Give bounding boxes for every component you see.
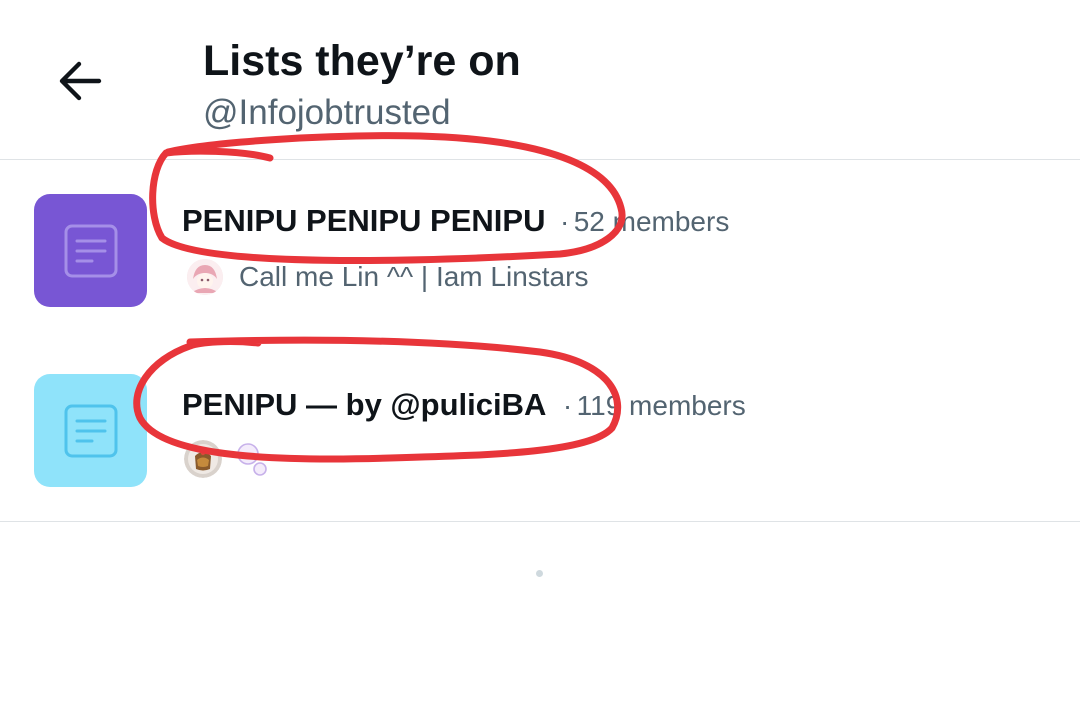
arrow-left-icon bbox=[59, 61, 102, 101]
separator-dot: · bbox=[559, 206, 570, 237]
list-item[interactable]: PENIPU — by @puliciBA · 119 members bbox=[0, 340, 1080, 521]
list-thumbnail bbox=[34, 194, 147, 307]
list-member-count: 52 members bbox=[573, 206, 730, 237]
list-bottom-divider bbox=[0, 521, 1080, 522]
separator-dot: · bbox=[562, 390, 573, 421]
list-document-icon bbox=[64, 224, 117, 277]
lists-screen: Lists they’re on @Infojobtrusted PENIPU … bbox=[0, 0, 1080, 702]
list-owner[interactable] bbox=[184, 440, 270, 478]
owner-name: Call me Lin ^^ | Iam Linstars bbox=[239, 261, 589, 292]
list-name: PENIPU PENIPU PENIPU bbox=[182, 203, 546, 238]
list-member-count: 119 members bbox=[576, 390, 746, 421]
list-name: PENIPU — by @puliciBA bbox=[182, 387, 547, 422]
owner-name-emoji bbox=[236, 440, 270, 478]
list-title-line: PENIPU PENIPU PENIPU · 52 members bbox=[182, 201, 729, 247]
list-thumbnail bbox=[34, 374, 147, 487]
page-title: Lists they’re on bbox=[203, 37, 521, 85]
loading-indicator bbox=[536, 570, 543, 577]
page-subtitle-handle: @Infojobtrusted bbox=[203, 93, 451, 132]
back-button[interactable] bbox=[48, 50, 110, 112]
list-title-line: PENIPU — by @puliciBA · 119 members bbox=[182, 385, 746, 431]
owner-avatar bbox=[187, 259, 223, 295]
list-document-icon bbox=[64, 404, 117, 457]
list-owner[interactable]: Call me Lin ^^ | Iam Linstars bbox=[187, 259, 588, 295]
list-item[interactable]: PENIPU PENIPU PENIPU · 52 members Call m… bbox=[0, 160, 1080, 340]
owner-avatar bbox=[184, 440, 222, 478]
